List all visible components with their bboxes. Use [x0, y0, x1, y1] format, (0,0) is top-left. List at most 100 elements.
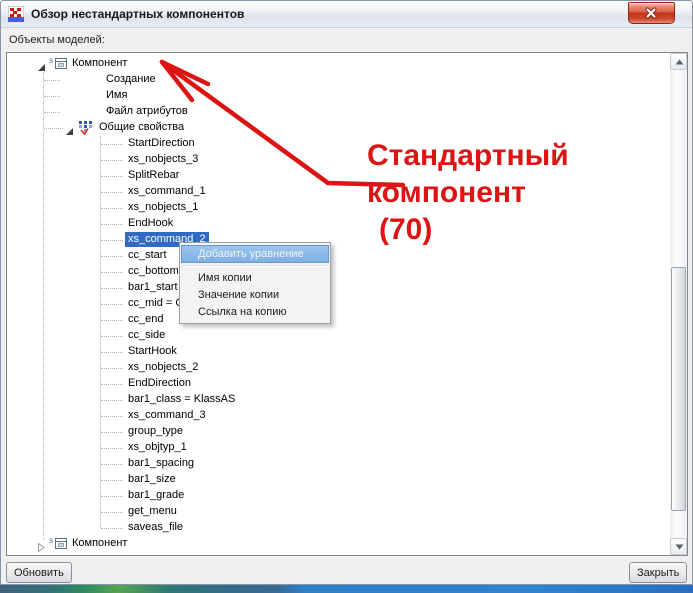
expanded-triangle-icon[interactable] [65, 123, 74, 132]
tree-rows: sКомпонентСозданиеИмяФайл атрибутовОбщие… [7, 53, 687, 555]
tree-row: s Компонент [7, 56, 663, 72]
app-icon [8, 6, 24, 22]
annotation-line: (70) [367, 211, 569, 248]
scrollbar-up-button[interactable] [670, 53, 687, 70]
tree-guide [101, 480, 123, 481]
tree-guide [101, 224, 123, 225]
component-icon: s [48, 536, 70, 556]
tree-row: StartHook [7, 344, 663, 360]
tree-guide [101, 272, 123, 273]
tree-item-label[interactable]: get_menu [125, 504, 180, 519]
tree-row: cc_end [7, 312, 663, 328]
menu-separator [183, 265, 327, 267]
menu-item[interactable]: Добавить уравнение [181, 245, 329, 263]
tree-item-label[interactable]: bar1_spacing [125, 456, 197, 471]
tree-guide [101, 160, 123, 161]
tree-item-label[interactable]: bar1_size [125, 472, 179, 487]
tree-row: cc_side [7, 328, 663, 344]
scrollbar-down-button[interactable] [670, 538, 687, 555]
tree-item-label[interactable]: Имя [103, 88, 130, 103]
menu-item[interactable]: Значение копии [181, 287, 329, 304]
tree-item-label[interactable]: Общие свойства [96, 120, 187, 135]
tree-item-label[interactable]: cc_mid = C [125, 296, 186, 311]
tree-item-label[interactable]: bar1_class = KlassAS [125, 392, 238, 407]
vertical-scrollbar[interactable] [670, 53, 687, 555]
tree-guide [44, 80, 60, 81]
tree-item-label[interactable]: cc_start [125, 248, 170, 263]
tree-item-label[interactable]: Компонент [69, 56, 130, 71]
tree-guide [101, 240, 123, 241]
context-menu: Добавить уравнение Имя копииЗначение копи… [179, 242, 331, 324]
tree-guide [101, 192, 123, 193]
tree-item-label[interactable]: StartDirection [125, 136, 198, 151]
menu-item[interactable]: Ссылка на копию [181, 304, 329, 321]
close-dialog-button[interactable]: Закрыть [629, 562, 687, 583]
tree-guide [101, 256, 123, 257]
tree-item-label[interactable]: SplitRebar [125, 168, 182, 183]
annotation-text: Стандартный компонент (70) [367, 137, 569, 248]
tree-panel: sКомпонентСозданиеИмяФайл атрибутовОбщие… [6, 52, 688, 556]
tree-guide [101, 432, 123, 433]
title-bar[interactable]: Обзор нестандартных компонентов [1, 1, 692, 28]
tree-guide [101, 528, 123, 529]
expanded-triangle-icon[interactable] [37, 59, 46, 68]
tree-item-label[interactable]: xs_command_1 [125, 184, 209, 199]
menu-item[interactable]: Имя копии [181, 270, 329, 287]
tree-row: bar1_size [7, 472, 663, 488]
tree-row: Общие свойства [7, 120, 663, 136]
refresh-button[interactable]: Обновить [6, 562, 72, 583]
tree-guide [101, 320, 123, 321]
tree-guide [101, 176, 123, 177]
tree-item-label[interactable]: saveas_file [125, 520, 186, 535]
tree-row: xs_command_3 [7, 408, 663, 424]
scroll-down-icon [675, 544, 684, 550]
tree-item-label[interactable]: bar1_grade [125, 488, 187, 503]
tree-guide [101, 400, 123, 401]
tree-item-label[interactable]: Создание [103, 72, 159, 87]
tree-item-label[interactable]: bar1_start [125, 280, 181, 295]
tree-item-label[interactable]: cc_end [125, 312, 166, 327]
close-button[interactable] [628, 2, 675, 24]
tree-item-label[interactable]: xs_objtyp_1 [125, 440, 190, 455]
tree-guide [101, 352, 123, 353]
tree-row: bar1_start [7, 280, 663, 296]
tree-row: cc_start [7, 248, 663, 264]
tree-row: bar1_class = KlassAS [7, 392, 663, 408]
tree-row: get_menu [7, 504, 663, 520]
tree-guide [44, 96, 60, 97]
tree-guide [44, 128, 63, 129]
tree-row: bar1_spacing [7, 456, 663, 472]
tree-row: xs_nobjects_2 [7, 360, 663, 376]
tree-guide [101, 464, 123, 465]
scrollbar-thumb[interactable] [671, 267, 686, 511]
screen: Обзор нестандартных компонентов Объекты … [0, 0, 693, 593]
tree-item-label[interactable]: EndDirection [125, 376, 194, 391]
tree-row: group_type [7, 424, 663, 440]
tree-guide [101, 512, 123, 513]
tree-item-label[interactable]: StartHook [125, 344, 180, 359]
tree-item-label[interactable]: Компонент [69, 536, 130, 551]
close-icon [645, 7, 657, 19]
tree-guide [101, 416, 123, 417]
tree-item-label[interactable]: xs_nobjects_1 [125, 200, 201, 215]
tree-item-label[interactable]: group_type [125, 424, 186, 439]
tree-item-label[interactable]: xs_nobjects_2 [125, 360, 201, 375]
window-title: Обзор нестандартных компонентов [31, 7, 244, 21]
tree-item-label[interactable]: xs_command_3 [125, 408, 209, 423]
desktop-strip [0, 585, 693, 593]
svg-text:s: s [49, 56, 53, 65]
tree-item-label[interactable]: xs_nobjects_3 [125, 152, 201, 167]
tree-guide [101, 448, 123, 449]
tree-guide [101, 144, 123, 145]
tree-item-label[interactable]: Файл атрибутов [103, 104, 191, 119]
tree-row: Файл атрибутов [7, 104, 663, 120]
tree-row: cc_bottom [7, 264, 663, 280]
collapsed-triangle-icon[interactable] [37, 539, 46, 548]
tree-guide [101, 384, 123, 385]
tree-item-label[interactable]: cc_side [125, 328, 168, 343]
tree-row: cc_mid = C [7, 296, 663, 312]
tree-item-label[interactable]: cc_bottom [125, 264, 182, 279]
tree-item-label[interactable]: EndHook [125, 216, 176, 231]
tree-row: sКомпонент [7, 536, 663, 552]
tree-guide [101, 336, 123, 337]
